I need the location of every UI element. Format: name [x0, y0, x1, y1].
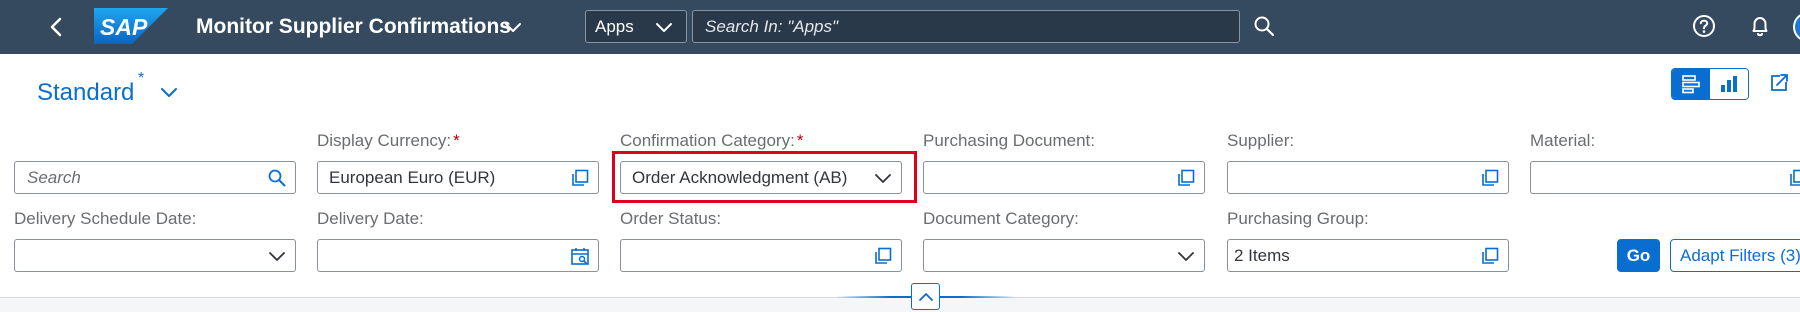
- purchasing-group-value: 2 Items: [1234, 246, 1290, 265]
- logo-text: SAP: [100, 14, 148, 40]
- material-label: Material:: [1530, 131, 1596, 150]
- document-category-label: Document Category:: [923, 209, 1079, 228]
- collapse-header-button[interactable]: [911, 283, 940, 310]
- confirmation-category-label-text: Confirmation Category:: [620, 131, 795, 150]
- required-marker: *: [796, 131, 804, 150]
- delivery-schedule-date-select[interactable]: [14, 239, 296, 272]
- chevron-down-icon[interactable]: [1176, 246, 1196, 266]
- order-status-label: Order Status:: [620, 209, 722, 228]
- search-icon[interactable]: [1252, 14, 1276, 38]
- material-field[interactable]: [1530, 161, 1800, 194]
- chevron-down-icon[interactable]: [267, 246, 287, 266]
- search-scope-select[interactable]: Apps: [585, 10, 687, 43]
- chart-view-icon[interactable]: [1710, 69, 1748, 99]
- compact-filter-icon[interactable]: [1672, 69, 1710, 99]
- delivery-date-label: Delivery Date:: [317, 209, 424, 228]
- share-icon[interactable]: [1767, 71, 1791, 95]
- chevron-down-icon[interactable]: [503, 17, 523, 37]
- app-title[interactable]: Monitor Supplier Confirmations: [196, 14, 511, 40]
- chevron-down-icon: [654, 17, 674, 37]
- view-toggle: [1671, 68, 1749, 100]
- variant-modified-marker: *: [138, 70, 145, 87]
- shell-search-input[interactable]: Search In: "Apps": [692, 10, 1240, 43]
- highlight-box: [612, 151, 917, 203]
- value-help-icon[interactable]: [1788, 168, 1800, 188]
- value-help-icon[interactable]: [570, 168, 590, 188]
- purchasing-group-field[interactable]: 2 Items: [1227, 239, 1509, 272]
- bell-icon[interactable]: [1747, 13, 1773, 39]
- purchasing-document-field[interactable]: [923, 161, 1205, 194]
- value-help-icon[interactable]: [1176, 168, 1196, 188]
- required-marker: *: [453, 131, 460, 150]
- shell-bar: SAP Monitor Supplier Confirmations Apps …: [0, 0, 1800, 54]
- go-button[interactable]: Go: [1617, 239, 1660, 272]
- display-currency-label: Display Currency: *: [317, 131, 460, 151]
- calendar-icon[interactable]: [570, 246, 590, 266]
- confirmation-category-label: Confirmation Category: *: [620, 131, 803, 151]
- search-scope-label: Apps: [595, 17, 634, 36]
- chevron-down-icon[interactable]: [158, 81, 180, 103]
- supplier-label: Supplier:: [1227, 131, 1295, 150]
- basic-search-placeholder: Search: [27, 168, 81, 187]
- back-icon[interactable]: [44, 14, 70, 40]
- order-status-field[interactable]: [620, 239, 902, 272]
- delivery-date-field[interactable]: [317, 239, 599, 272]
- adapt-filters-button[interactable]: Adapt Filters (3): [1670, 239, 1800, 272]
- value-help-icon[interactable]: [873, 246, 893, 266]
- chevron-up-icon: [919, 293, 933, 301]
- basic-search-input[interactable]: Search: [14, 161, 296, 194]
- delivery-schedule-date-label: Delivery Schedule Date:: [14, 209, 197, 228]
- purchasing-group-label: Purchasing Group:: [1227, 209, 1369, 228]
- supplier-field[interactable]: [1227, 161, 1509, 194]
- shell-search-placeholder: Search In: "Apps": [705, 17, 839, 36]
- avatar[interactable]: [1793, 12, 1800, 42]
- sap-logo[interactable]: SAP: [94, 8, 168, 44]
- display-currency-label-text: Display Currency:: [317, 131, 452, 150]
- purchasing-document-label: Purchasing Document:: [923, 131, 1095, 150]
- value-help-icon[interactable]: [1480, 168, 1500, 188]
- search-icon[interactable]: [267, 168, 287, 188]
- display-currency-value: European Euro (EUR): [329, 168, 496, 187]
- value-help-icon[interactable]: [1480, 246, 1500, 266]
- display-currency-field[interactable]: European Euro (EUR): [317, 161, 599, 194]
- help-icon[interactable]: [1691, 13, 1717, 39]
- variant-name[interactable]: Standard: [37, 78, 134, 108]
- document-category-select[interactable]: [923, 239, 1205, 272]
